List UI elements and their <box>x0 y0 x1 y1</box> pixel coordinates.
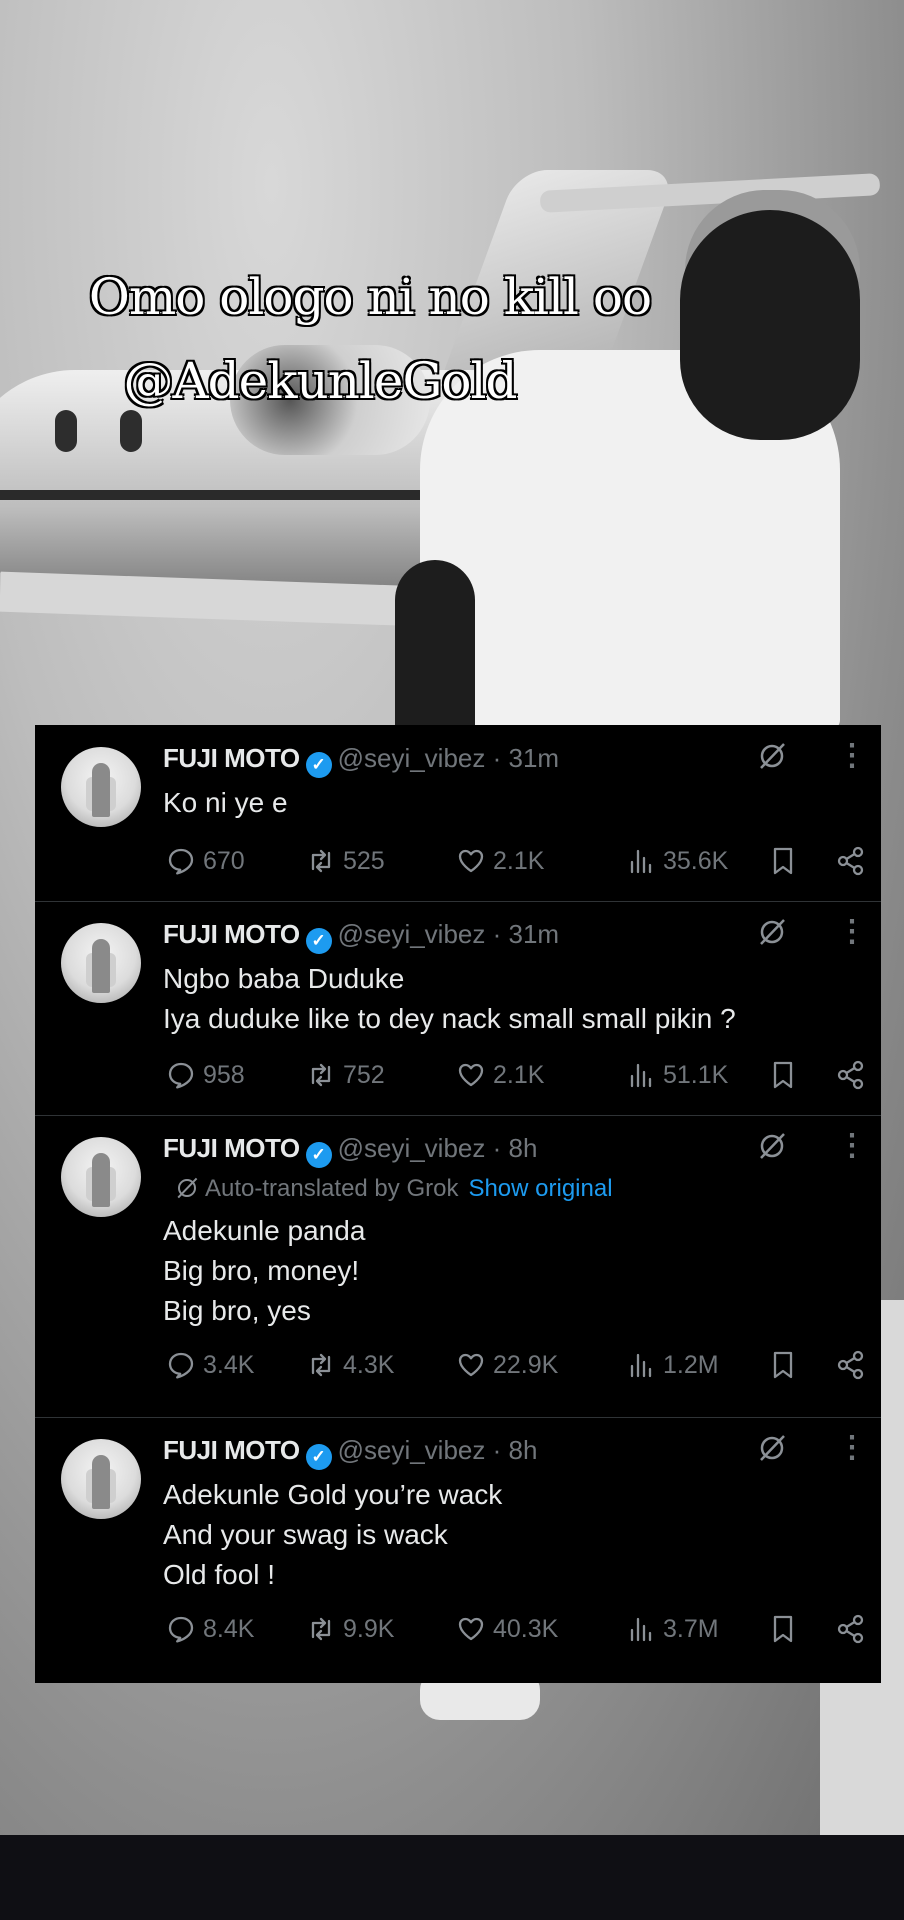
bookmark-button[interactable] <box>767 1347 799 1383</box>
reply-button[interactable]: 958 <box>165 1057 245 1093</box>
tweet-actions: 670 525 2.1K 35.6K <box>165 843 865 879</box>
bottom-bar <box>0 1835 904 1920</box>
share-button[interactable] <box>835 1347 867 1383</box>
more-icon[interactable]: ⋮ <box>837 741 867 771</box>
like-button[interactable]: 22.9K <box>455 1347 558 1383</box>
avatar[interactable] <box>61 1439 141 1519</box>
share-icon <box>837 1614 864 1644</box>
auto-translated-note: Auto-translated by Grok Show original <box>175 1175 613 1203</box>
tweet-text: Adekunle Gold you’re wack And your swag … <box>163 1479 503 1590</box>
bookmark-button[interactable] <box>767 1057 799 1093</box>
handle-time[interactable]: @seyi_vibez · 31m <box>338 919 559 949</box>
share-icon <box>837 1060 864 1090</box>
reply-icon <box>168 1062 194 1089</box>
display-name[interactable]: FUJI MOTO <box>163 1435 300 1465</box>
verified-badge-icon: ✓ <box>305 928 332 954</box>
tweet-actions: 958 752 2.1K 51.1K <box>165 1057 865 1093</box>
display-name[interactable]: FUJI MOTO <box>163 919 300 949</box>
like-icon <box>458 849 484 873</box>
handle-time[interactable]: @seyi_vibez · 8h <box>338 1435 538 1465</box>
views-button[interactable]: 51.1K <box>625 1057 728 1093</box>
tweet-text: Adekunle panda Big bro, money! Big bro, … <box>163 1215 366 1326</box>
share-icon <box>837 1350 864 1380</box>
tweet-actions: 8.4K 9.9K 40.3K 3.7M <box>165 1611 865 1647</box>
grok-icon[interactable] <box>757 741 787 771</box>
bookmark-icon <box>773 1351 793 1379</box>
repost-button[interactable]: 4.3K <box>305 1347 394 1383</box>
grok-icon[interactable] <box>757 1433 787 1463</box>
reply-icon <box>168 1616 194 1643</box>
bookmark-icon <box>773 1061 793 1089</box>
share-button[interactable] <box>835 1611 867 1647</box>
tweet-thread-panel: FUJI MOTO ✓ @seyi_vibez · 31m ⋮ Ko ni ye e… <box>35 725 881 1683</box>
handle-time[interactable]: @seyi_vibez · 8h <box>338 1133 538 1163</box>
views-button[interactable]: 3.7M <box>625 1611 719 1647</box>
like-icon <box>458 1617 484 1641</box>
reply-button[interactable]: 670 <box>165 843 245 879</box>
repost-button[interactable]: 525 <box>305 843 385 879</box>
grok-icon[interactable] <box>757 917 787 947</box>
reply-button[interactable]: 8.4K <box>165 1611 254 1647</box>
reply-icon <box>168 848 194 875</box>
more-icon[interactable]: ⋮ <box>837 917 867 947</box>
tweet-text: Ko ni ye e <box>163 787 288 818</box>
reply-icon <box>168 1352 194 1379</box>
views-icon <box>630 849 652 874</box>
like-icon <box>458 1063 484 1087</box>
bookmark-button[interactable] <box>767 1611 799 1647</box>
repost-icon <box>311 1353 331 1377</box>
tweet[interactable]: FUJI MOTO ✓ @seyi_vibez · 31m ⋮ Ngbo baba … <box>35 901 881 1116</box>
grok-icon[interactable] <box>757 1131 787 1161</box>
views-icon <box>630 1063 652 1088</box>
like-button[interactable]: 2.1K <box>455 1057 544 1093</box>
caption-mention[interactable]: @AdekunleGold <box>0 351 700 411</box>
tweet[interactable]: FUJI MOTO ✓ @seyi_vibez · 8h ⋮ Auto-transl… <box>35 1115 881 1418</box>
repost-button[interactable]: 752 <box>305 1057 385 1093</box>
display-name[interactable]: FUJI MOTO <box>163 743 300 773</box>
tweet-text: Ngbo baba Duduke Iya duduke like to dey … <box>163 963 736 1034</box>
avatar[interactable] <box>61 747 141 827</box>
like-icon <box>458 1353 484 1377</box>
views-button[interactable]: 1.2M <box>625 1347 719 1383</box>
display-name[interactable]: FUJI MOTO <box>163 1133 300 1163</box>
bookmark-icon <box>773 847 793 875</box>
share-icon <box>837 846 864 876</box>
reply-button[interactable]: 3.4K <box>165 1347 254 1383</box>
repost-icon <box>311 849 331 873</box>
tweet-actions: 3.4K 4.3K 22.9K 1.2M <box>165 1347 865 1383</box>
like-button[interactable]: 2.1K <box>455 843 544 879</box>
bookmark-button[interactable] <box>767 843 799 879</box>
caption-line-1: Omo ologo ni no kill oo <box>88 267 653 327</box>
show-original-link[interactable]: Show original <box>468 1175 612 1202</box>
avatar[interactable] <box>61 923 141 1003</box>
handle-time[interactable]: @seyi_vibez · 31m <box>338 743 559 773</box>
views-icon <box>630 1353 652 1378</box>
bookmark-icon <box>773 1615 793 1643</box>
views-button[interactable]: 35.6K <box>625 843 728 879</box>
more-icon[interactable]: ⋮ <box>837 1131 867 1161</box>
verified-badge-icon: ✓ <box>305 752 332 778</box>
verified-badge-icon: ✓ <box>305 1444 332 1470</box>
tweet[interactable]: FUJI MOTO ✓ @seyi_vibez · 31m ⋮ Ko ni ye e… <box>35 725 881 902</box>
repost-button[interactable]: 9.9K <box>305 1611 394 1647</box>
share-button[interactable] <box>835 1057 867 1093</box>
like-button[interactable]: 40.3K <box>455 1611 558 1647</box>
repost-icon <box>311 1063 331 1087</box>
more-icon[interactable]: ⋮ <box>837 1433 867 1463</box>
verified-badge-icon: ✓ <box>305 1142 332 1168</box>
grok-icon <box>177 1177 198 1199</box>
tweet[interactable]: FUJI MOTO ✓ @seyi_vibez · 8h ⋮ Adekunle Go… <box>35 1417 881 1683</box>
views-icon <box>630 1617 652 1642</box>
avatar[interactable] <box>61 1137 141 1217</box>
share-button[interactable] <box>835 843 867 879</box>
repost-icon <box>311 1617 331 1641</box>
